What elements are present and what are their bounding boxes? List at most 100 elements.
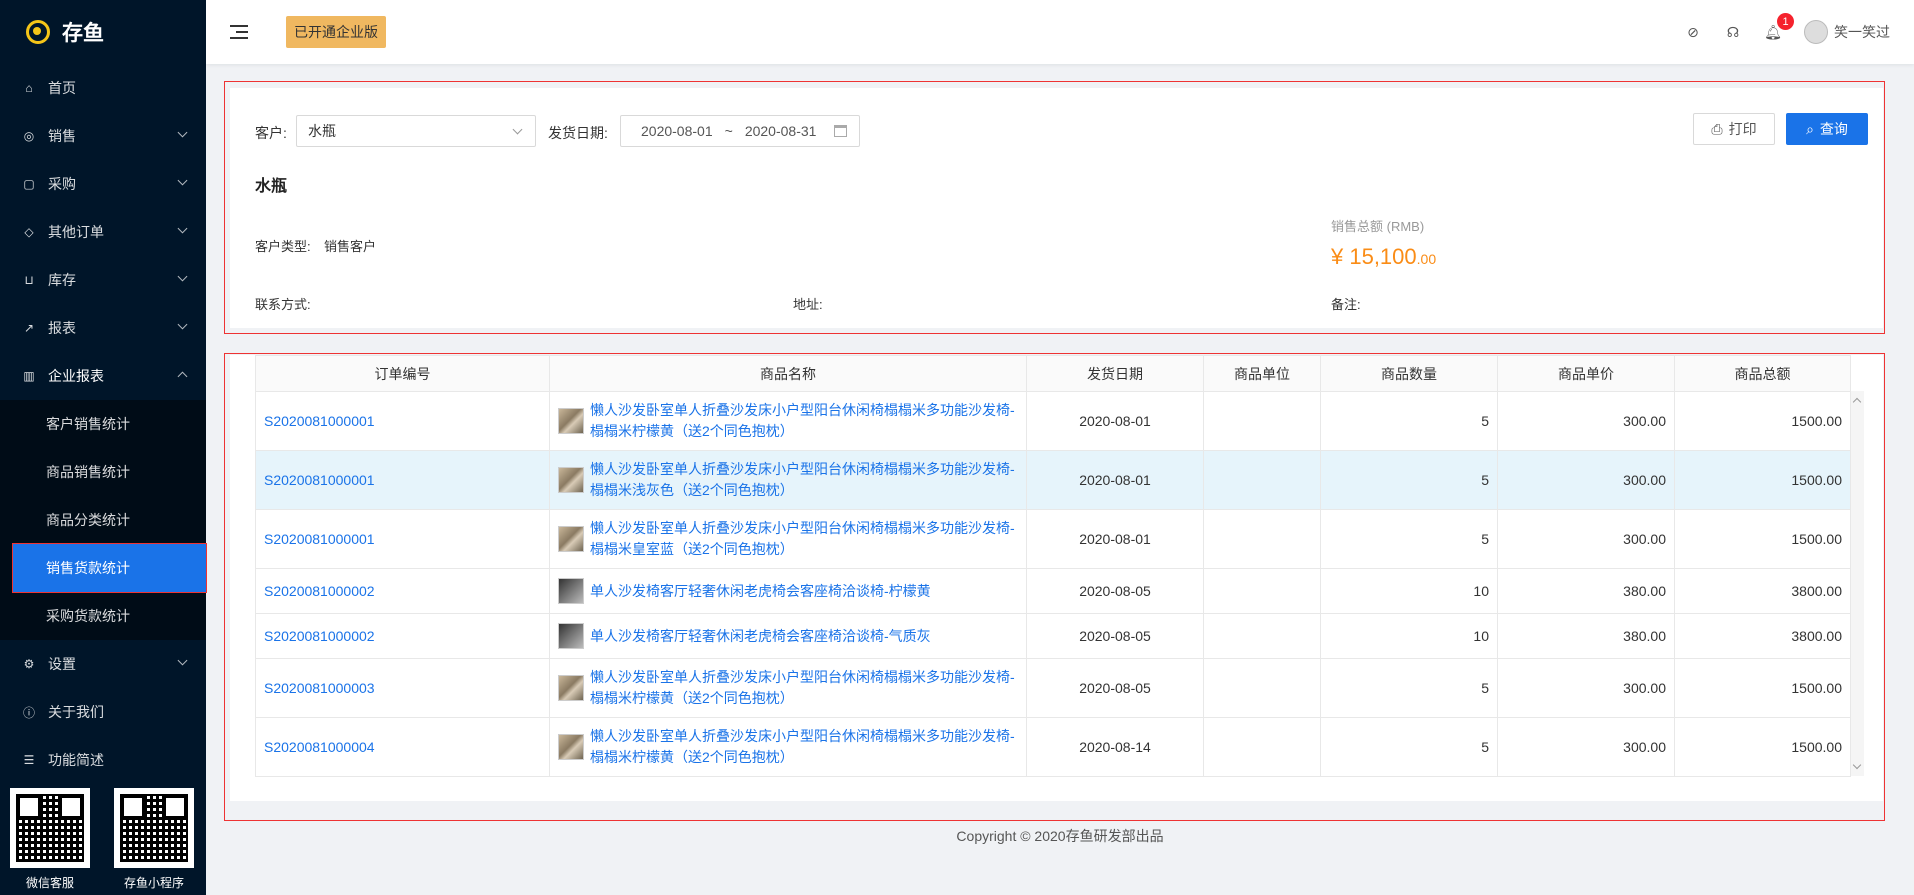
address-label: 地址: xyxy=(793,297,823,312)
product-cell: 懒人沙发卧室单人折叠沙发床小户型阳台休闲椅榻榻米多功能沙发椅-榻榻米柠檬黄（送2… xyxy=(549,658,1027,718)
bag-icon: ▢ xyxy=(23,177,35,191)
sidebar-item-purchase[interactable]: ▢ 采购 xyxy=(0,160,206,208)
sidebar-item-enterprise-reports[interactable]: ▥ 企业报表 xyxy=(0,352,206,400)
filter-card: 客户: 水瓶 发货日期: 2020-08-01 ~ 2020-08-31 ⎙ 打… xyxy=(230,88,1883,328)
table-scrollbar[interactable] xyxy=(1850,391,1864,776)
product-unit xyxy=(1203,450,1321,510)
product-qty: 5 xyxy=(1320,658,1498,718)
product-name[interactable]: 单人沙发椅客厅轻奢休闲老虎椅会客座椅洽谈椅-柠檬黄 xyxy=(590,581,931,602)
ship-date: 2020-08-05 xyxy=(1026,658,1204,718)
order-number[interactable]: S2020081000002 xyxy=(255,613,550,659)
order-number[interactable]: S2020081000004 xyxy=(255,717,550,777)
product-cell: 单人沙发椅客厅轻奢休闲老虎椅会客座椅洽谈椅-气质灰 xyxy=(549,613,1027,659)
customer-label: 客户: xyxy=(255,125,287,141)
table-row[interactable]: S2020081000001 懒人沙发卧室单人折叠沙发床小户型阳台休闲椅榻榻米多… xyxy=(255,450,1851,510)
query-button-label: 查询 xyxy=(1819,121,1848,137)
list-icon: ☰ xyxy=(23,753,35,767)
product-qty: 5 xyxy=(1320,450,1498,510)
sidebar-subitem-customer-sales[interactable]: 客户销售统计 xyxy=(0,400,206,448)
sidebar-item-settings[interactable]: ⚙ 设置 xyxy=(0,640,206,688)
header-actions: ⊘ ☊ 🔔︎ 1 笑一笑过 xyxy=(1684,0,1890,64)
sidebar-item-features[interactable]: ☰ 功能简述 xyxy=(0,736,206,784)
product-thumbnail xyxy=(558,467,584,493)
info-icon: ⓘ xyxy=(22,705,35,720)
order-number[interactable]: S2020081000002 xyxy=(255,568,550,614)
gear-icon: ⚙ xyxy=(23,657,35,671)
qr-codes: 微信客服 存鱼小程序 xyxy=(10,788,194,891)
order-number[interactable]: S2020081000001 xyxy=(255,509,550,569)
product-unit xyxy=(1203,717,1321,777)
product-thumbnail xyxy=(558,675,584,701)
sidebar-item-label: 首页 xyxy=(48,80,76,96)
product-name[interactable]: 懒人沙发卧室单人折叠沙发床小户型阳台休闲椅榻榻米多功能沙发椅-榻榻米柠檬黄（送2… xyxy=(590,726,1018,768)
sidebar-item-about[interactable]: ⓘ 关于我们 xyxy=(0,688,206,736)
date-range-picker[interactable]: 2020-08-01 ~ 2020-08-31 xyxy=(620,115,860,147)
scroll-up-icon[interactable] xyxy=(1852,397,1862,407)
line-total: 1500.00 xyxy=(1674,509,1851,569)
order-number[interactable]: S2020081000001 xyxy=(255,450,550,510)
date-start[interactable]: 2020-08-01 xyxy=(641,123,713,139)
product-thumbnail xyxy=(558,623,584,649)
sidebar-subitem-purchase-payment[interactable]: 采购货款统计 xyxy=(0,592,206,640)
product-qty: 10 xyxy=(1320,613,1498,659)
table-header-row: 订单编号 商品名称 发货日期 商品单位 商品数量 商品单价 商品总额 xyxy=(255,355,1851,392)
table-row[interactable]: S2020081000002 单人沙发椅客厅轻奢休闲老虎椅会客座椅洽谈椅-柠檬黄… xyxy=(255,568,1851,614)
scroll-down-icon[interactable] xyxy=(1852,760,1862,770)
sidebar-item-reports[interactable]: ↗ 报表 xyxy=(0,304,206,352)
sidebar-subitem-product-sales[interactable]: 商品销售统计 xyxy=(0,448,206,496)
column-header: 商品数量 xyxy=(1320,355,1498,392)
column-header: 商品名称 xyxy=(549,355,1027,392)
product-name[interactable]: 单人沙发椅客厅轻奢休闲老虎椅会客座椅洽谈椅-气质灰 xyxy=(590,626,931,647)
headset-icon[interactable]: ☊ xyxy=(1724,23,1742,41)
sidebar-item-sales[interactable]: ◎ 销售 xyxy=(0,112,206,160)
product-cell: 懒人沙发卧室单人折叠沙发床小户型阳台休闲椅榻榻米多功能沙发椅-榻榻米柠檬黄（送2… xyxy=(549,391,1027,451)
sidebar-item-other-orders[interactable]: ◇ 其他订单 xyxy=(0,208,206,256)
unit-price: 300.00 xyxy=(1497,509,1675,569)
product-thumbnail xyxy=(558,408,584,434)
chevron-down-icon xyxy=(177,127,188,138)
unit-price: 300.00 xyxy=(1497,450,1675,510)
sidebar-item-home[interactable]: ⌂ 首页 xyxy=(0,64,206,112)
qr-code-image xyxy=(114,788,194,868)
logo-icon xyxy=(26,20,50,44)
menu-fold-icon[interactable] xyxy=(230,25,248,39)
user-menu[interactable]: 笑一笑过 xyxy=(1804,20,1890,44)
sales-total-value: ¥ 15,100.00 xyxy=(1331,244,1437,269)
bar-chart-icon: ▥ xyxy=(23,369,35,383)
home-icon: ⌂ xyxy=(25,81,33,95)
chevron-down-icon xyxy=(177,223,188,234)
compass-icon[interactable]: ⊘ xyxy=(1684,23,1702,41)
customer-select[interactable]: 水瓶 xyxy=(296,115,536,147)
bell-icon[interactable]: 🔔︎ 1 xyxy=(1764,13,1794,41)
sidebar-item-inventory[interactable]: ⊔ 库存 xyxy=(0,256,206,304)
table-row[interactable]: S2020081000003 懒人沙发卧室单人折叠沙发床小户型阳台休闲椅榻榻米多… xyxy=(255,658,1851,718)
sidebar-subitem-sales-payment[interactable]: 销售货款统计 xyxy=(12,543,207,593)
chart-icon: ↗ xyxy=(23,321,35,335)
query-button[interactable]: ⌕ 查询 xyxy=(1786,113,1868,145)
chevron-down-icon xyxy=(177,319,188,330)
notification-count: 1 xyxy=(1777,13,1794,30)
product-name[interactable]: 懒人沙发卧室单人折叠沙发床小户型阳台休闲椅榻榻米多功能沙发椅-榻榻米柠檬黄（送2… xyxy=(590,667,1018,709)
order-number[interactable]: S2020081000003 xyxy=(255,658,550,718)
chevron-down-icon xyxy=(512,124,523,135)
table-row[interactable]: S2020081000001 懒人沙发卧室单人折叠沙发床小户型阳台休闲椅榻榻米多… xyxy=(255,509,1851,569)
sidebar-item-label: 其他订单 xyxy=(48,224,104,240)
product-unit xyxy=(1203,568,1321,614)
product-name[interactable]: 懒人沙发卧室单人折叠沙发床小户型阳台休闲椅榻榻米多功能沙发椅-榻榻米皇室蓝（送2… xyxy=(590,518,1018,560)
product-unit xyxy=(1203,509,1321,569)
app-logo[interactable]: 存鱼 xyxy=(0,0,206,64)
product-name[interactable]: 懒人沙发卧室单人折叠沙发床小户型阳台休闲椅榻榻米多功能沙发椅-榻榻米浅灰色（送2… xyxy=(590,459,1018,501)
sidebar-subitem-category-stats[interactable]: 商品分类统计 xyxy=(0,496,206,544)
line-total: 3800.00 xyxy=(1674,568,1851,614)
table-row[interactable]: S2020081000001 懒人沙发卧室单人折叠沙发床小户型阳台休闲椅榻榻米多… xyxy=(255,391,1851,451)
table-row[interactable]: S2020081000002 单人沙发椅客厅轻奢休闲老虎椅会客座椅洽谈椅-气质灰… xyxy=(255,613,1851,659)
product-unit xyxy=(1203,658,1321,718)
print-button[interactable]: ⎙ 打印 xyxy=(1693,113,1775,145)
sidebar-item-label: 库存 xyxy=(48,272,76,288)
date-end[interactable]: 2020-08-31 xyxy=(745,123,817,139)
sales-icon: ◎ xyxy=(23,129,35,143)
table-row[interactable]: S2020081000004 懒人沙发卧室单人折叠沙发床小户型阳台休闲椅榻榻米多… xyxy=(255,717,1851,777)
product-name[interactable]: 懒人沙发卧室单人折叠沙发床小户型阳台休闲椅榻榻米多功能沙发椅-榻榻米柠檬黄（送2… xyxy=(590,400,1018,442)
top-header: 已开通企业版 ⊘ ☊ 🔔︎ 1 笑一笑过 xyxy=(206,0,1914,64)
order-number[interactable]: S2020081000001 xyxy=(255,391,550,451)
